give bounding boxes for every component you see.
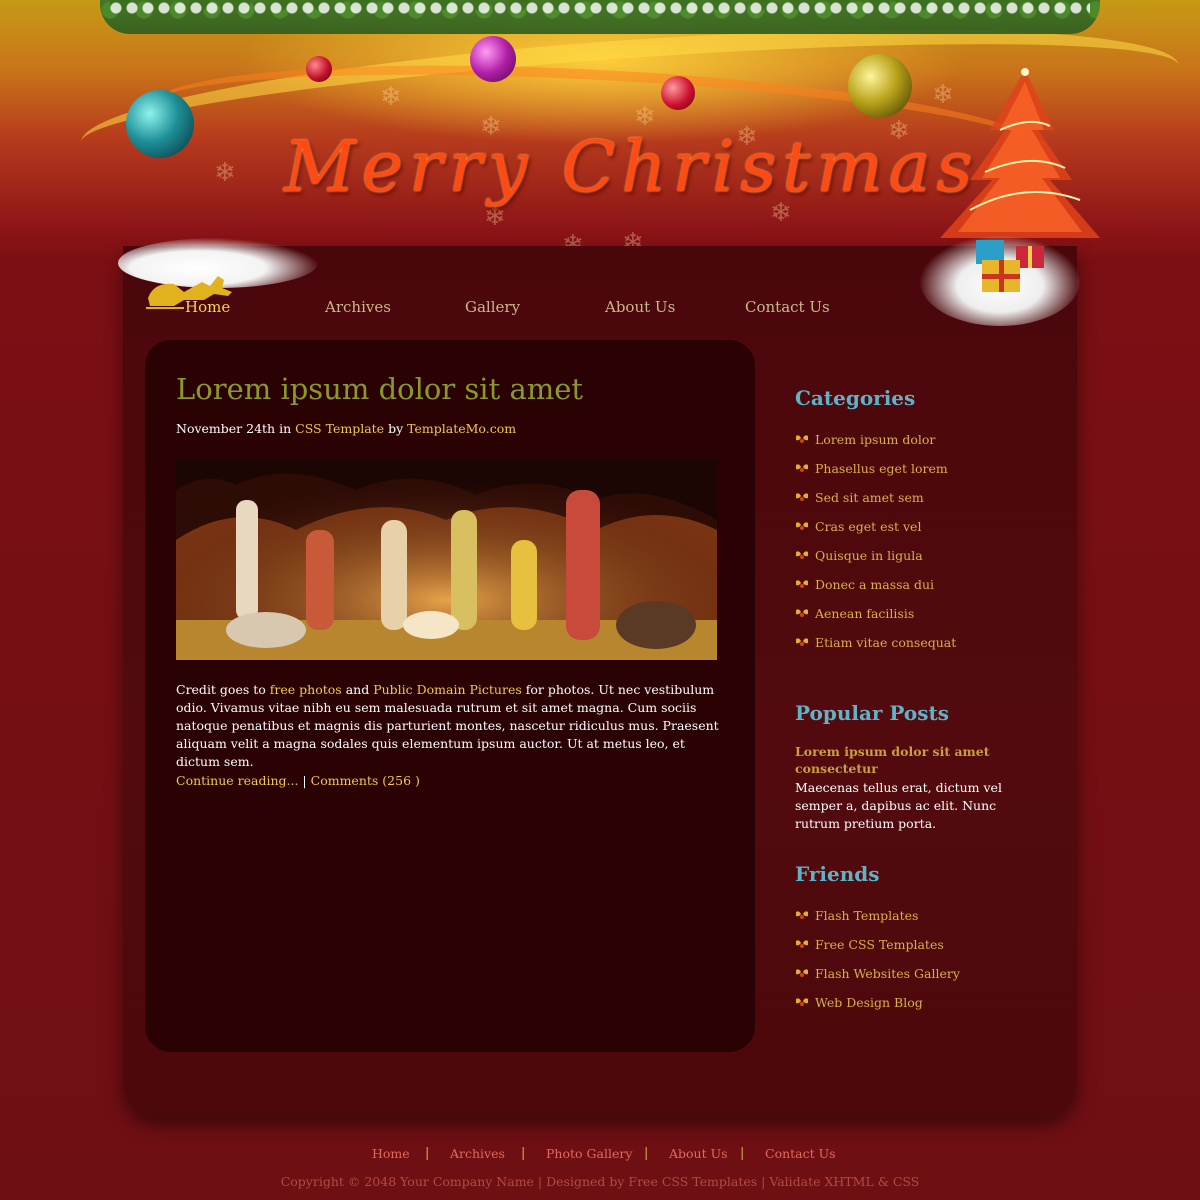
meta-by: by xyxy=(388,421,404,436)
category-link[interactable]: Aenean facilisis xyxy=(815,606,914,621)
friends-heading: Friends xyxy=(795,862,880,886)
holly-icon xyxy=(796,551,808,559)
nav-contact-us[interactable]: Contact Us xyxy=(745,298,830,316)
post-title[interactable]: Lorem ipsum dolor sit amet xyxy=(176,372,583,406)
popular-posts-heading: Popular Posts xyxy=(795,701,950,725)
holly-icon xyxy=(796,969,808,977)
footer-link-archives[interactable]: Archives xyxy=(450,1146,505,1161)
separator: | xyxy=(302,773,307,788)
post-image-nativity xyxy=(176,460,717,660)
friend-link[interactable]: Flash Templates xyxy=(815,908,918,923)
footer-separator: | xyxy=(644,1146,649,1161)
friend-link[interactable]: Free CSS Templates xyxy=(815,937,944,952)
category-link[interactable]: Cras eget est vel xyxy=(815,519,921,534)
continue-reading-link[interactable]: Continue reading... xyxy=(176,773,298,788)
footer-link-home[interactable]: Home xyxy=(372,1146,410,1161)
holly-icon xyxy=(796,609,808,617)
category-link[interactable]: Phasellus eget lorem xyxy=(815,461,948,476)
holly-icon xyxy=(796,940,808,948)
popular-post-excerpt: Maecenas tellus erat, dictum vel semper … xyxy=(795,780,1002,831)
nav-archives[interactable]: Archives xyxy=(325,298,391,316)
copyright-text: Copyright © 2048 Your Company Name | Des… xyxy=(280,1174,920,1189)
holly-icon xyxy=(796,580,808,588)
meta-in: in xyxy=(279,421,292,436)
nav-home[interactable]: Home xyxy=(185,298,230,316)
footer-link-contact-us[interactable]: Contact Us xyxy=(765,1146,836,1161)
holly-icon xyxy=(796,493,808,501)
footer-separator: | xyxy=(740,1146,745,1161)
category-link[interactable]: Donec a massa dui xyxy=(815,577,934,592)
category-link[interactable]: Etiam vitae consequat xyxy=(815,635,956,650)
footer-nav: Home | Archives | Photo Gallery | About … xyxy=(0,1146,1200,1166)
gold-ornament-icon xyxy=(848,54,912,118)
post-category-link[interactable]: CSS Template xyxy=(295,421,384,436)
public-domain-pictures-link[interactable]: Public Domain Pictures xyxy=(373,682,522,697)
main-nav: Home Archives Gallery About Us Contact U… xyxy=(0,298,1200,322)
snow-trim xyxy=(110,0,1090,14)
free-photos-link[interactable]: free photos xyxy=(270,682,342,697)
purple-ornament-icon xyxy=(470,36,516,82)
nav-gallery[interactable]: Gallery xyxy=(465,298,520,316)
holly-icon xyxy=(796,464,808,472)
category-link[interactable]: Lorem ipsum dolor xyxy=(815,432,935,447)
category-link[interactable]: Quisque in ligula xyxy=(815,548,923,563)
footer-link-about-us[interactable]: About Us xyxy=(669,1146,728,1161)
post-date: November 24th xyxy=(176,421,276,436)
post-actions: Continue reading... | Comments (256 ) xyxy=(176,773,420,788)
friend-link[interactable]: Web Design Blog xyxy=(815,995,923,1010)
comments-link[interactable]: Comments (256 ) xyxy=(311,773,420,788)
snowflake-icon: ❄ xyxy=(214,158,236,188)
holly-icon xyxy=(796,911,808,919)
holly-icon xyxy=(796,998,808,1006)
holly-icon xyxy=(796,435,808,443)
nativity-scene-image xyxy=(176,460,717,660)
footer-separator: | xyxy=(425,1146,430,1161)
red-ornament-icon xyxy=(661,76,695,110)
gift-boxes-icon xyxy=(976,240,1044,292)
holly-icon xyxy=(796,638,808,646)
post-body-intro: Credit goes to xyxy=(176,682,266,697)
footer-link-photo-gallery[interactable]: Photo Gallery xyxy=(546,1146,632,1161)
post-meta: November 24th in CSS Template by Templat… xyxy=(176,421,516,436)
popular-post-title-link[interactable]: Lorem ipsum dolor sit amet consectetur xyxy=(795,743,1035,777)
red-ornament-icon xyxy=(306,56,332,82)
friend-link[interactable]: Flash Websites Gallery xyxy=(815,966,960,981)
footer-separator: | xyxy=(521,1146,526,1161)
post-author-link[interactable]: TemplateMo.com xyxy=(407,421,516,436)
post-body: Credit goes to free photos and Public Do… xyxy=(176,681,721,771)
snowflake-icon: ❄ xyxy=(380,82,402,112)
holly-icon xyxy=(796,522,808,530)
category-link[interactable]: Sed sit amet sem xyxy=(815,490,924,505)
site-title: Merry Christmas xyxy=(284,126,979,208)
nav-about-us[interactable]: About Us xyxy=(605,298,675,316)
teal-ornament-icon xyxy=(126,90,194,158)
christmas-tree-icon xyxy=(940,68,1100,238)
post-body-and: and xyxy=(345,682,370,697)
header-banner: ❄ ❄ ❄ ❄ ❄ ❄ ❄ ❄ ❄ ❄ ❄ Merry Christmas xyxy=(0,0,1200,260)
categories-heading: Categories xyxy=(795,386,916,410)
